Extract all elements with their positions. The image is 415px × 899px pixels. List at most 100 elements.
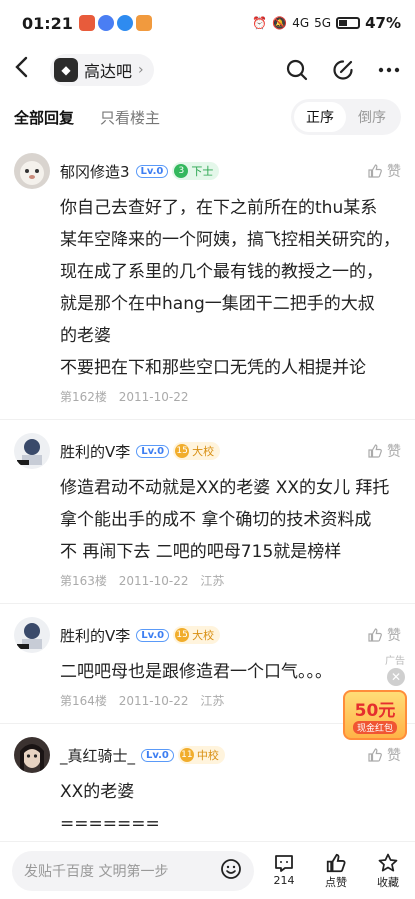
- comment-icon: [275, 854, 293, 872]
- comment-button[interactable]: 214: [269, 852, 299, 890]
- post-date: 2011-10-22: [118, 694, 189, 708]
- chevron-right-icon: ›: [138, 62, 144, 78]
- forum-name: 高达吧: [84, 62, 133, 81]
- rank-number: 15: [175, 444, 190, 458]
- level-badge: Lv.0: [141, 748, 174, 762]
- username[interactable]: 胜利的V李: [60, 625, 130, 646]
- rank-badge: 15 大校: [173, 442, 221, 460]
- favorite-button[interactable]: 收藏: [373, 852, 403, 890]
- rank-badge: 11 中校: [177, 746, 225, 764]
- post-content: XX的老婆 =======: [60, 776, 401, 840]
- like-button[interactable]: 赞: [367, 745, 401, 765]
- sort-asc-button[interactable]: 正序: [294, 102, 346, 132]
- post-line: 现在成了系里的几个最有钱的教授之一的，: [60, 262, 383, 282]
- thumbs-up-icon: [368, 444, 382, 458]
- ad-caption: 现金红包: [352, 721, 397, 734]
- comment-count: 214: [273, 873, 295, 887]
- post-line: 某年空降来的一个阿姨，搞飞控相关研究的，: [60, 230, 400, 250]
- more-icon[interactable]: [377, 58, 401, 82]
- thumbs-up-icon: [368, 628, 382, 642]
- network-5g: 5G: [314, 16, 332, 30]
- post-line: 二吧吧母也是跟修造君一个口气。。。: [60, 662, 332, 682]
- status-bar: 01:21 ⏰ 🔕 4G 5G 47%: [0, 0, 415, 46]
- forum-chip[interactable]: ◆ 高达吧 ›: [50, 54, 154, 86]
- favorite-label: 收藏: [377, 875, 399, 889]
- like-label: 赞: [387, 748, 401, 764]
- post-line: 修造君动不动就是XX的老婆 XX的女儿 拜托: [60, 478, 390, 498]
- forum-logo-icon: ◆: [54, 58, 78, 82]
- notification-icons: [78, 15, 152, 31]
- avatar[interactable]: [14, 737, 50, 773]
- username[interactable]: _真红骑士_: [60, 745, 135, 766]
- app-notification-icon: [78, 15, 95, 31]
- floor-number: 第164楼: [60, 694, 107, 708]
- rank-title: 下士: [191, 165, 214, 178]
- like-post-button[interactable]: 点赞: [321, 852, 351, 890]
- red-packet-ad[interactable]: 50元 现金红包: [343, 690, 407, 740]
- ad-close-icon[interactable]: ✕: [387, 668, 405, 686]
- like-button[interactable]: 赞: [367, 625, 401, 645]
- tab-op-only[interactable]: 只看楼主: [100, 107, 160, 128]
- reply-placeholder: 发贴千百度 文明第一步: [24, 863, 169, 880]
- username[interactable]: 郁冈修造3: [60, 161, 130, 182]
- post-date: 2011-10-22: [118, 390, 189, 404]
- like-post-label: 点赞: [325, 875, 347, 889]
- post-line: 的老婆: [60, 326, 111, 346]
- emoji-icon[interactable]: [220, 858, 242, 884]
- status-right: ⏰ 🔕 4G 5G 47%: [252, 14, 401, 32]
- post-meta: 第162楼 2011-10-22: [60, 384, 401, 419]
- level-badge: Lv.0: [135, 164, 169, 178]
- like-label: 赞: [387, 444, 401, 460]
- post-line: =======: [60, 814, 160, 834]
- search-icon[interactable]: [285, 58, 309, 82]
- mute-icon: 🔕: [272, 16, 288, 30]
- rank-badge: 15 大校: [173, 626, 221, 644]
- rank-number: 3: [174, 164, 189, 178]
- app-notification-icon: [97, 15, 114, 31]
- post-line: 拿个能出手的成不 拿个确切的技术资料成: [60, 510, 372, 530]
- like-button[interactable]: 赞: [367, 161, 401, 181]
- sort-toggle: 正序 倒序: [291, 99, 401, 135]
- app-notification-icon: [116, 15, 133, 31]
- star-icon: [378, 853, 398, 871]
- rank-title: 大校: [192, 445, 215, 458]
- reply-input[interactable]: 发贴千百度 文明第一步: [12, 850, 254, 891]
- level-badge: Lv.0: [136, 628, 170, 642]
- status-time: 01:21: [22, 13, 73, 33]
- avatar[interactable]: [14, 617, 50, 653]
- alarm-icon: ⏰: [252, 16, 268, 30]
- top-nav: ◆ 高达吧 ›: [0, 46, 415, 94]
- post-meta: 第163楼 2011-10-22 江苏: [60, 568, 401, 603]
- tab-all-replies[interactable]: 全部回复: [14, 107, 74, 128]
- rank-title: 大校: [192, 629, 215, 642]
- like-button[interactable]: 赞: [367, 441, 401, 461]
- floor-number: 第162楼: [60, 390, 107, 404]
- like-label: 赞: [387, 164, 401, 180]
- floor-number: 第163楼: [60, 574, 107, 588]
- post-line: 就是那个在中hang一集团干二把手的大叔: [60, 294, 375, 314]
- rank-number: 15: [175, 628, 190, 642]
- ad-amount: 50元: [354, 701, 396, 721]
- username[interactable]: 胜利的V李: [60, 441, 130, 462]
- post-content: 你自己去查好了，在下之前所在的thu某系 某年空降来的一个阿姨，搞飞控相关研究的…: [60, 192, 401, 384]
- bottom-bar: 发贴千百度 文明第一步 214 点赞 收藏: [0, 841, 415, 899]
- post-line: 不 再闹下去 二吧的吧母715就是榜样: [60, 542, 342, 562]
- post-line: 不要把在下和那些空口无凭的人相提并论: [60, 358, 366, 378]
- avatar[interactable]: [14, 153, 50, 189]
- post-content: 二吧吧母也是跟修造君一个口气。。。: [60, 656, 401, 688]
- reply-post: 郁冈修造3 Lv.0 3 下士 赞 你自己去查好了，在下之前所在的thu某系 某…: [0, 140, 415, 419]
- rank-number: 11: [179, 748, 194, 762]
- post-date: 2011-10-22: [118, 574, 189, 588]
- app-notification-icon: [135, 15, 152, 31]
- battery-percent: 47%: [365, 14, 401, 32]
- post-line: XX的老婆: [60, 782, 135, 802]
- edit-icon[interactable]: [331, 58, 355, 82]
- post-content: 修造君动不动就是XX的老婆 XX的女儿 拜托 拿个能出手的成不 拿个确切的技术资…: [60, 472, 401, 568]
- sort-desc-button[interactable]: 倒序: [346, 102, 398, 132]
- like-label: 赞: [387, 628, 401, 644]
- thumbs-up-icon: [326, 853, 346, 872]
- thumbs-up-icon: [368, 748, 382, 762]
- back-arrow-icon[interactable]: [14, 55, 44, 85]
- avatar[interactable]: [14, 433, 50, 469]
- post-line: 你自己去查好了，在下之前所在的thu某系: [60, 198, 378, 218]
